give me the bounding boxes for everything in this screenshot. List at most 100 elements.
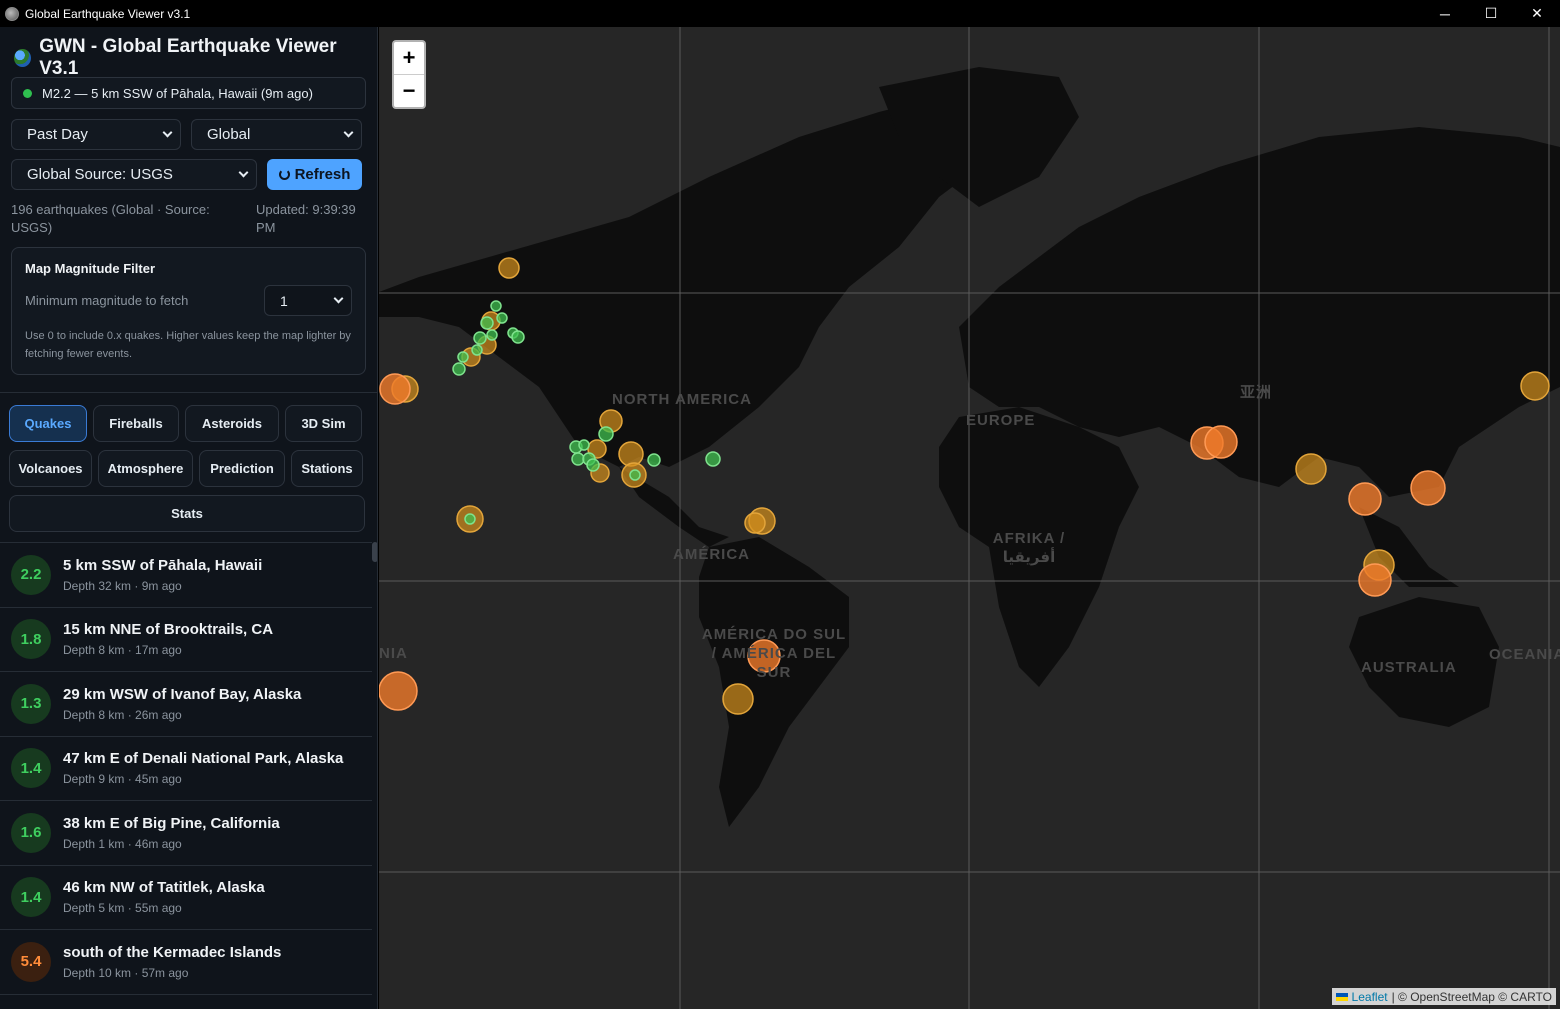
- region-select[interactable]: Global: [191, 119, 362, 150]
- filter-title: Map Magnitude Filter: [25, 261, 155, 276]
- scrollbar-thumb[interactable]: [372, 542, 377, 562]
- map-label-nia: NIA: [379, 645, 408, 662]
- map-label-asia: 亚洲: [1240, 384, 1273, 401]
- quake-marker: [629, 469, 641, 481]
- region-select-value: Global: [207, 126, 251, 143]
- quake-marker: [473, 331, 487, 345]
- quake-place: 46 km NW of Tatitlek, Alaska: [63, 879, 265, 897]
- map-label-north-america: NORTH AMERICA: [612, 391, 752, 408]
- tab-quakes[interactable]: Quakes: [9, 405, 87, 442]
- refresh-button[interactable]: Refresh: [267, 159, 362, 190]
- list-item[interactable]: 1.6 38 km E of Big Pine, California Dept…: [0, 801, 372, 866]
- quake-marker: [480, 316, 494, 330]
- quake-marker: [379, 671, 418, 711]
- zoom-in-button[interactable]: +: [394, 42, 424, 74]
- list-item[interactable]: 1.4 47 km E of Denali National Park, Ala…: [0, 737, 372, 801]
- close-button[interactable]: ✕: [1514, 0, 1560, 27]
- leaflet-link[interactable]: Leaflet: [1352, 990, 1388, 1004]
- quake-list[interactable]: 2.2 5 km SSW of Pāhala, Hawaii Depth 32 …: [0, 542, 372, 1009]
- list-item[interactable]: 2.2 5 km SSW of Pāhala, Hawaii Depth 32 …: [0, 543, 372, 608]
- quake-meta: Depth 9 km · 45m ago: [63, 772, 182, 787]
- quake-marker: [618, 441, 644, 467]
- list-item[interactable]: 1.8 15 km NNE of Brooktrails, CA Depth 8…: [0, 608, 372, 672]
- quake-list-scrollbar[interactable]: [372, 542, 377, 1009]
- minimize-button[interactable]: ─: [1422, 0, 1468, 27]
- tab-stats[interactable]: Stats: [9, 495, 365, 532]
- refresh-icon: [278, 169, 290, 180]
- quake-marker: [647, 453, 661, 467]
- feature-tabs: Quakes Fireballs Asteroids 3D Sim Volcan…: [0, 393, 377, 532]
- period-select-value: Past Day: [27, 126, 88, 143]
- status-line: 196 earthquakes (Global · Source: USGS) …: [11, 201, 366, 237]
- magnitude-badge: 2.2: [11, 554, 51, 595]
- page-title: GWN - Global Earthquake Viewer V3.1: [39, 36, 337, 79]
- quake-marker: [586, 458, 600, 472]
- maximize-button[interactable]: ☐: [1468, 0, 1514, 27]
- period-select[interactable]: Past Day: [11, 119, 181, 150]
- tab-asteroids[interactable]: Asteroids: [185, 405, 279, 442]
- quake-marker: [722, 683, 754, 715]
- quake-meta: Depth 32 km · 9m ago: [63, 578, 182, 593]
- map-label-oceania: OCEANIA: [1489, 646, 1560, 663]
- quake-marker: [490, 300, 502, 312]
- list-item[interactable]: 1.3 29 km WSW of Ivanof Bay, Alaska Dept…: [0, 672, 372, 737]
- magnitude-badge: 1.3: [11, 683, 51, 724]
- quake-marker: [705, 451, 721, 467]
- quake-meta: Depth 8 km · 17m ago: [63, 643, 182, 658]
- sidebar: GWN - Global Earthquake Viewer V3.1 M2.2…: [0, 27, 378, 1009]
- quake-place: south of the Kermadec Islands: [63, 943, 282, 961]
- source-select-value: Global Source: USGS: [27, 166, 173, 183]
- quake-marker: [511, 330, 525, 344]
- tab-3d-sim[interactable]: 3D Sim: [285, 405, 362, 442]
- updated-time: Updated: 9:39:39 PM: [256, 202, 356, 235]
- map-label-south-america: AMÉRICA DO SUL / AMÉRICA DEL SUR: [701, 626, 847, 681]
- window-controls: ─ ☐ ✕: [1422, 0, 1560, 27]
- quake-place: 15 km NNE of Brooktrails, CA: [63, 621, 274, 639]
- world-map[interactable]: NORTH AMERICA EUROPE 亚洲 AFRIKA / أفريقيا…: [379, 27, 1560, 1009]
- list-item[interactable]: 1.4 46 km NW of Tatitlek, Alaska Depth 5…: [0, 866, 372, 930]
- chevron-down-icon: [333, 293, 344, 304]
- list-item[interactable]: 5.4 south of the Kermadec Islands Depth …: [0, 930, 372, 995]
- quake-marker: [1520, 371, 1550, 401]
- quake-marker: [1358, 563, 1392, 597]
- globe-icon: [14, 49, 32, 67]
- magnitude-badge: 1.4: [11, 748, 51, 789]
- quake-marker: [598, 426, 614, 442]
- north-america-land: [379, 97, 999, 467]
- quake-marker: [379, 373, 411, 405]
- quake-meta: Depth 10 km · 57m ago: [63, 965, 189, 980]
- latest-quake-text: M2.2 — 5 km SSW of Pāhala, Hawaii (9m ag…: [42, 85, 313, 101]
- latest-quake-banner[interactable]: M2.2 — 5 km SSW of Pāhala, Hawaii (9m ag…: [11, 77, 366, 109]
- magnitude-badge: 5.4: [11, 941, 51, 982]
- quake-marker: [486, 329, 498, 341]
- quake-meta: Depth 8 km · 26m ago: [63, 707, 182, 722]
- tab-stations[interactable]: Stations: [291, 450, 363, 487]
- tab-volcanoes[interactable]: Volcanoes: [9, 450, 92, 487]
- quake-marker: [571, 452, 585, 466]
- quake-marker: [1348, 482, 1382, 516]
- chevron-down-icon: [162, 127, 173, 138]
- tab-atmosphere[interactable]: Atmosphere: [98, 450, 193, 487]
- quake-marker: [452, 362, 466, 376]
- quake-place: 47 km E of Denali National Park, Alaska: [63, 750, 344, 768]
- map-label-america: AMÉRICA: [673, 546, 750, 563]
- live-status-dot-icon: [23, 88, 32, 98]
- source-select[interactable]: Global Source: USGS: [11, 159, 257, 190]
- quake-meta: Depth 5 km · 55m ago: [63, 901, 182, 916]
- window-title: Global Earthquake Viewer v3.1: [25, 6, 191, 21]
- quake-marker: [1295, 453, 1327, 485]
- magnitude-badge: 1.8: [11, 619, 51, 660]
- tab-fireballs[interactable]: Fireballs: [93, 405, 179, 442]
- map-label-europe: EUROPE: [966, 412, 1036, 429]
- min-magnitude-value: 1: [280, 292, 288, 309]
- zoom-out-button[interactable]: −: [394, 74, 424, 106]
- quake-marker: [744, 512, 766, 534]
- map-attribution: Leaflet | © OpenStreetMap © CARTO: [1331, 988, 1556, 1005]
- filter-label: Minimum magnitude to fetch: [25, 293, 189, 308]
- tab-prediction[interactable]: Prediction: [199, 450, 285, 487]
- quake-marker: [498, 257, 520, 279]
- min-magnitude-select[interactable]: 1: [264, 285, 352, 316]
- refresh-label: Refresh: [294, 166, 351, 183]
- app-icon: [5, 6, 19, 21]
- chevron-down-icon: [343, 127, 354, 138]
